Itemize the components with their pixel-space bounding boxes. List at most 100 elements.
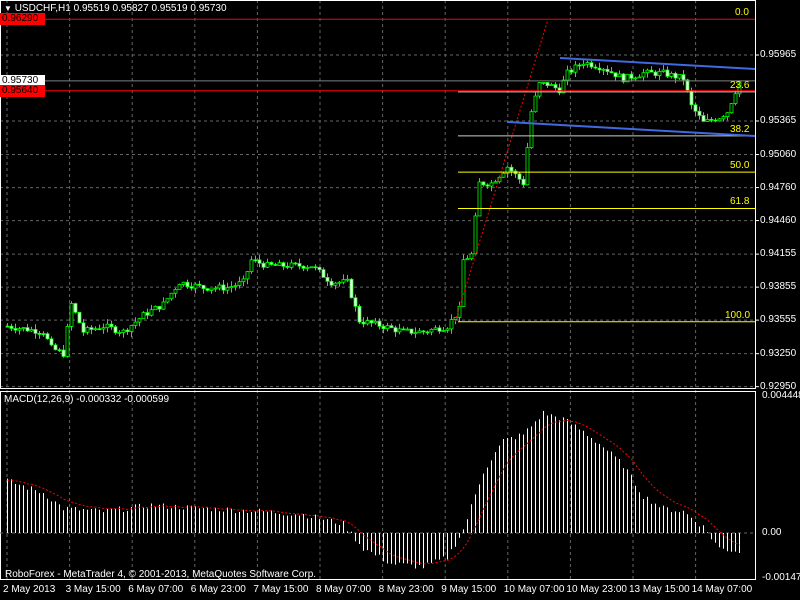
macd-axis-label: 0.00 xyxy=(762,527,782,538)
candle-body xyxy=(445,328,450,331)
candle-body xyxy=(473,215,478,255)
time-axis-label: 9 May 15:00 xyxy=(441,584,497,595)
time-axis-label: 8 May 23:00 xyxy=(378,584,434,595)
candle-body xyxy=(429,328,434,333)
candle-body xyxy=(313,266,318,269)
candle-body xyxy=(593,66,598,69)
candle-body xyxy=(205,288,210,291)
candle-body xyxy=(201,284,206,290)
time-axis-label: 6 May 23:00 xyxy=(190,584,246,595)
candle-body xyxy=(65,325,70,357)
macd-label: MACD(12,26,9) -0.000332 -0.000599 xyxy=(4,394,170,405)
candle-body xyxy=(289,262,294,268)
candle-body xyxy=(297,263,302,267)
macd-frame xyxy=(0,391,756,580)
candle-body xyxy=(385,325,390,330)
candle-body xyxy=(49,338,54,346)
time-axis-label: 7 May 15:00 xyxy=(253,584,309,595)
candle-body xyxy=(389,325,394,329)
candle-body xyxy=(265,262,270,268)
time-axis-label: 14 May 07:00 xyxy=(691,584,753,595)
candle-body xyxy=(349,278,354,299)
candle-body xyxy=(657,71,662,76)
ask-price-tag: 0.95640 xyxy=(0,84,45,97)
candle-body xyxy=(677,74,682,79)
candle-body xyxy=(145,312,150,316)
candle-body xyxy=(685,79,690,92)
candle-body xyxy=(441,329,446,332)
candle-body xyxy=(125,329,130,333)
candle-body xyxy=(549,84,554,86)
candle-body xyxy=(213,287,218,290)
candle-body xyxy=(601,68,606,71)
candle-body xyxy=(9,325,14,329)
candle-body xyxy=(217,284,222,289)
candle-body xyxy=(489,182,494,187)
candle-body xyxy=(421,330,426,333)
candle-body xyxy=(529,111,534,149)
candle-body xyxy=(545,82,550,86)
candle-body xyxy=(477,181,482,217)
candle-body xyxy=(553,84,558,89)
candle-body xyxy=(693,104,698,112)
candle-body xyxy=(337,281,342,284)
candle-body xyxy=(261,262,266,268)
price-chart[interactable] xyxy=(0,0,800,600)
candle-body xyxy=(325,276,330,282)
candle-body xyxy=(225,287,230,291)
candle-body xyxy=(637,76,642,79)
candle-body xyxy=(193,283,198,289)
macd-axis-label: 0.004448 xyxy=(762,390,800,402)
candle-body xyxy=(89,327,94,330)
candle-body xyxy=(705,118,710,122)
candle-body xyxy=(689,90,694,106)
high-price-tag: 0.96290 xyxy=(0,13,45,26)
candle-body xyxy=(485,184,490,187)
candle-body xyxy=(521,178,526,186)
candle-body xyxy=(717,118,722,122)
candle-body xyxy=(53,344,58,351)
candle-body xyxy=(5,325,10,328)
candle-body xyxy=(101,327,106,330)
macd-signal-line xyxy=(7,420,740,565)
price-axis-label: 0.95965 xyxy=(760,49,797,60)
candle-body xyxy=(537,82,542,97)
candle-body xyxy=(273,264,278,266)
candle-body xyxy=(645,69,650,74)
candle-body xyxy=(425,331,430,334)
candle-body xyxy=(673,72,678,79)
candle-body xyxy=(609,71,614,74)
price-axis-label: 0.94155 xyxy=(760,248,797,260)
candle-body xyxy=(533,95,538,113)
candle-body xyxy=(697,110,702,116)
candle-body xyxy=(377,320,382,327)
candle-body xyxy=(113,326,118,334)
fib-level-label: 0.0 xyxy=(735,7,749,19)
candle-body xyxy=(597,67,602,71)
time-axis-label: 2 May 2013 xyxy=(3,584,56,595)
price-axis-label: 0.95060 xyxy=(760,148,797,160)
candle-body xyxy=(285,266,290,268)
candle-body xyxy=(21,327,26,329)
candle-body xyxy=(709,118,714,121)
candle-body xyxy=(329,280,334,286)
candle-body xyxy=(157,305,162,310)
candle-body xyxy=(653,71,658,76)
candle-body xyxy=(93,328,98,331)
candle-body xyxy=(317,266,322,271)
candle-body xyxy=(341,279,346,283)
candle-body xyxy=(25,327,30,332)
candle-body xyxy=(173,289,178,294)
fib-level-label: 38.2 xyxy=(730,123,750,135)
candle-body xyxy=(117,332,122,334)
candle-body xyxy=(733,93,738,104)
candle-body xyxy=(85,327,90,333)
candle-body xyxy=(301,265,306,269)
fib-level-label: 100.0 xyxy=(725,309,751,321)
candle-body xyxy=(585,62,590,65)
candle-body xyxy=(137,318,142,323)
price-axis-label: 0.93250 xyxy=(760,347,797,359)
candle-body xyxy=(97,328,102,331)
candle-body xyxy=(509,166,514,172)
candle-body xyxy=(649,69,654,73)
